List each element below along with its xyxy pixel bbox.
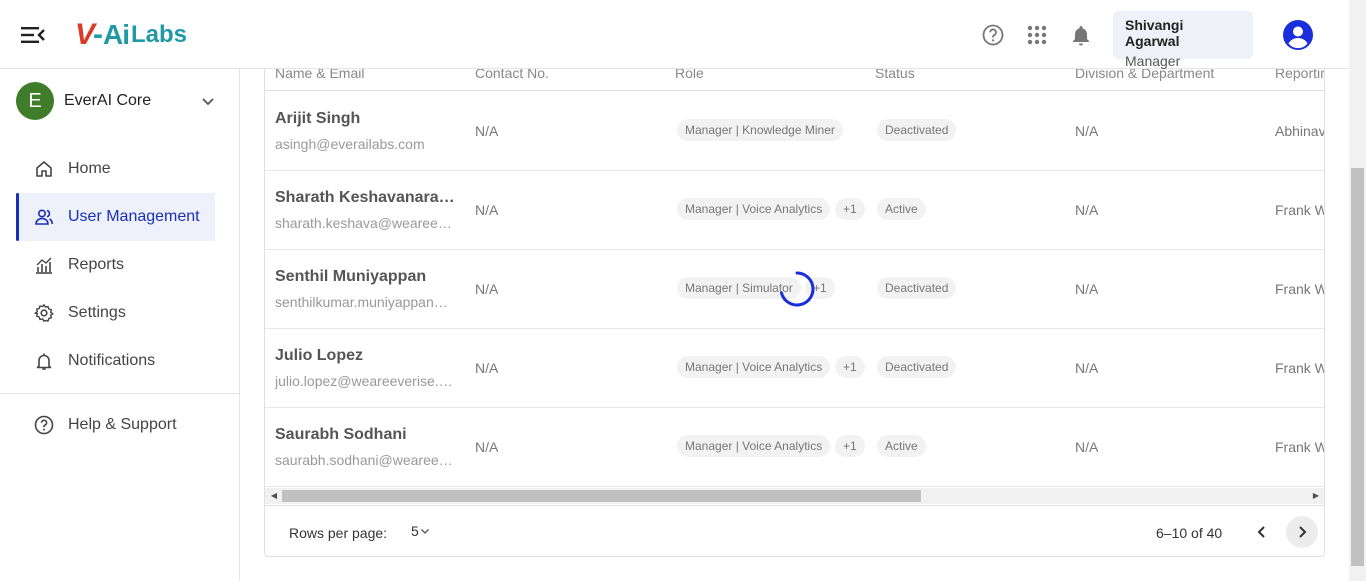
status-badge: Active <box>877 198 926 220</box>
vertical-scroll-thumb[interactable] <box>1351 168 1364 566</box>
role-chip: Manager | Voice Analytics <box>677 435 831 457</box>
account-circle-icon[interactable] <box>1282 19 1314 51</box>
reporting-cell: Frank W <box>1275 439 1325 455</box>
sidebar-item-reports[interactable]: Reports <box>0 241 239 289</box>
contact-cell: N/A <box>475 281 499 297</box>
reporting-cell: Frank W <box>1275 202 1325 218</box>
user-email-cell: saurabh.sodhani@weareeverise.com <box>275 452 457 468</box>
sidebar-item-user-management[interactable]: User Management <box>16 193 215 241</box>
user-profile-card[interactable]: Shivangi Agarwal Manager <box>1113 11 1253 69</box>
status-badge: Active <box>877 435 926 457</box>
division-cell: N/A <box>1075 439 1099 455</box>
status-badge: Deactivated <box>877 277 957 299</box>
logo[interactable]: V - Ai Labs <box>75 18 187 52</box>
user-name-cell: Saurabh Sodhani <box>275 426 407 443</box>
home-icon <box>34 159 54 179</box>
table-row[interactable]: Saurabh Sodhani saurabh.sodhani@weareeve… <box>265 408 1325 487</box>
menu-collapse-icon[interactable] <box>20 24 46 46</box>
table-row[interactable]: Arijit Singh asingh@everailabs.com N/A M… <box>265 92 1325 171</box>
contact-cell: N/A <box>475 123 499 139</box>
app-root: V - Ai Labs Shivangi Agarwal Manager E Ever… <box>0 0 1366 581</box>
chart-icon <box>34 255 54 275</box>
sidebar-item-notifications[interactable]: Notifications <box>0 337 239 385</box>
horizontal-scroll-thumb[interactable] <box>282 490 921 502</box>
top-header: V - Ai Labs Shivangi Agarwal Manager <box>0 0 1349 69</box>
gear-icon <box>34 303 54 323</box>
users-icon <box>34 207 54 227</box>
previous-page-button[interactable] <box>1246 516 1278 548</box>
division-cell: N/A <box>1075 360 1099 376</box>
chevron-down-icon <box>202 98 214 106</box>
user-email-cell: asingh@everailabs.com <box>275 136 425 152</box>
scroll-right-arrow-icon[interactable]: ▶ <box>1311 491 1321 501</box>
sidebar-nav: Home User Management Reports Settings No… <box>0 145 239 385</box>
table-row[interactable]: Julio Lopez julio.lopez@weareeverise.com… <box>265 329 1325 408</box>
chevron-right-icon <box>1299 526 1307 538</box>
sidebar-item-label: Settings <box>68 304 126 321</box>
pagination-range: 6–10 of 40 <box>1156 525 1223 541</box>
user-email-cell: sharath.keshava@weareeverise.com <box>275 215 457 231</box>
sidebar: E EverAI Core Home User Management Repor… <box>0 69 240 581</box>
sidebar-item-home[interactable]: Home <box>0 145 239 193</box>
reporting-cell: Frank W <box>1275 360 1325 376</box>
chevron-left-icon <box>1257 526 1265 538</box>
table-pagination: Rows per page: 5 6–10 of 40 <box>265 505 1324 556</box>
user-name-cell: Julio Lopez <box>275 347 363 364</box>
user-email-cell: julio.lopez@weareeverise.com <box>275 373 457 389</box>
bell-icon[interactable] <box>1069 23 1093 47</box>
division-cell: N/A <box>1075 281 1099 297</box>
rows-per-page-select[interactable]: 5 <box>411 523 431 539</box>
user-name-cell: Senthil Muniyappan <box>275 268 427 285</box>
next-page-button[interactable] <box>1286 516 1318 548</box>
status-badge: Deactivated <box>877 356 957 378</box>
sidebar-divider <box>0 393 239 394</box>
role-more-chip[interactable]: +1 <box>835 198 865 220</box>
contact-cell: N/A <box>475 360 499 376</box>
user-name-cell: Sharath Keshavanarayana <box>275 189 457 206</box>
role-chip: Manager | Voice Analytics <box>677 198 831 220</box>
division-cell: N/A <box>1075 202 1099 218</box>
sidebar-item-label: Help & Support <box>68 416 177 433</box>
role-chip: Manager | Knowledge Miner <box>677 119 843 141</box>
org-switcher[interactable]: E EverAI Core <box>16 82 226 120</box>
user-role: Manager <box>1125 53 1181 69</box>
contact-cell: N/A <box>475 439 499 455</box>
help-section: Help & Support <box>0 401 239 449</box>
reporting-cell: Frank W <box>1275 281 1325 297</box>
sidebar-item-label: Home <box>68 160 111 177</box>
user-name: Shivangi Agarwal <box>1125 17 1184 49</box>
status-badge: Deactivated <box>877 119 957 141</box>
sidebar-item-label: Notifications <box>68 352 156 369</box>
contact-cell: N/A <box>475 202 499 218</box>
user-email-cell: senthilkumar.muniyappan@weareeverise.com <box>275 294 457 310</box>
user-name-cell: Arijit Singh <box>275 110 361 127</box>
role-more-chip[interactable]: +1 <box>835 356 865 378</box>
page-vertical-scrollbar[interactable] <box>1349 0 1366 581</box>
help-circle-icon <box>34 415 54 435</box>
scroll-left-arrow-icon[interactable]: ◀ <box>269 491 279 501</box>
horizontal-scrollbar[interactable]: ◀ ▶ <box>265 488 1324 504</box>
chevron-down-icon <box>420 529 429 534</box>
sidebar-item-label: User Management <box>68 208 200 225</box>
role-chip: Manager | Voice Analytics <box>677 356 831 378</box>
org-name: EverAI Core <box>64 92 152 109</box>
division-cell: N/A <box>1075 123 1099 139</box>
table-row[interactable]: Sharath Keshavanarayana sharath.keshava@… <box>265 171 1325 250</box>
loading-spinner-icon <box>778 270 816 308</box>
rows-per-page-value: 5 <box>411 523 419 539</box>
rows-per-page-label: Rows per page: <box>289 525 388 541</box>
sidebar-item-help-support[interactable]: Help & Support <box>0 401 239 449</box>
apps-grid-icon[interactable] <box>1025 23 1049 47</box>
role-more-chip[interactable]: +1 <box>835 435 865 457</box>
sidebar-item-label: Reports <box>68 256 125 273</box>
sidebar-item-settings[interactable]: Settings <box>0 289 239 337</box>
org-avatar: E <box>16 82 54 120</box>
help-circle-icon[interactable] <box>981 23 1005 47</box>
reporting-cell: Abhinav <box>1275 123 1325 139</box>
bell-icon <box>34 351 54 371</box>
